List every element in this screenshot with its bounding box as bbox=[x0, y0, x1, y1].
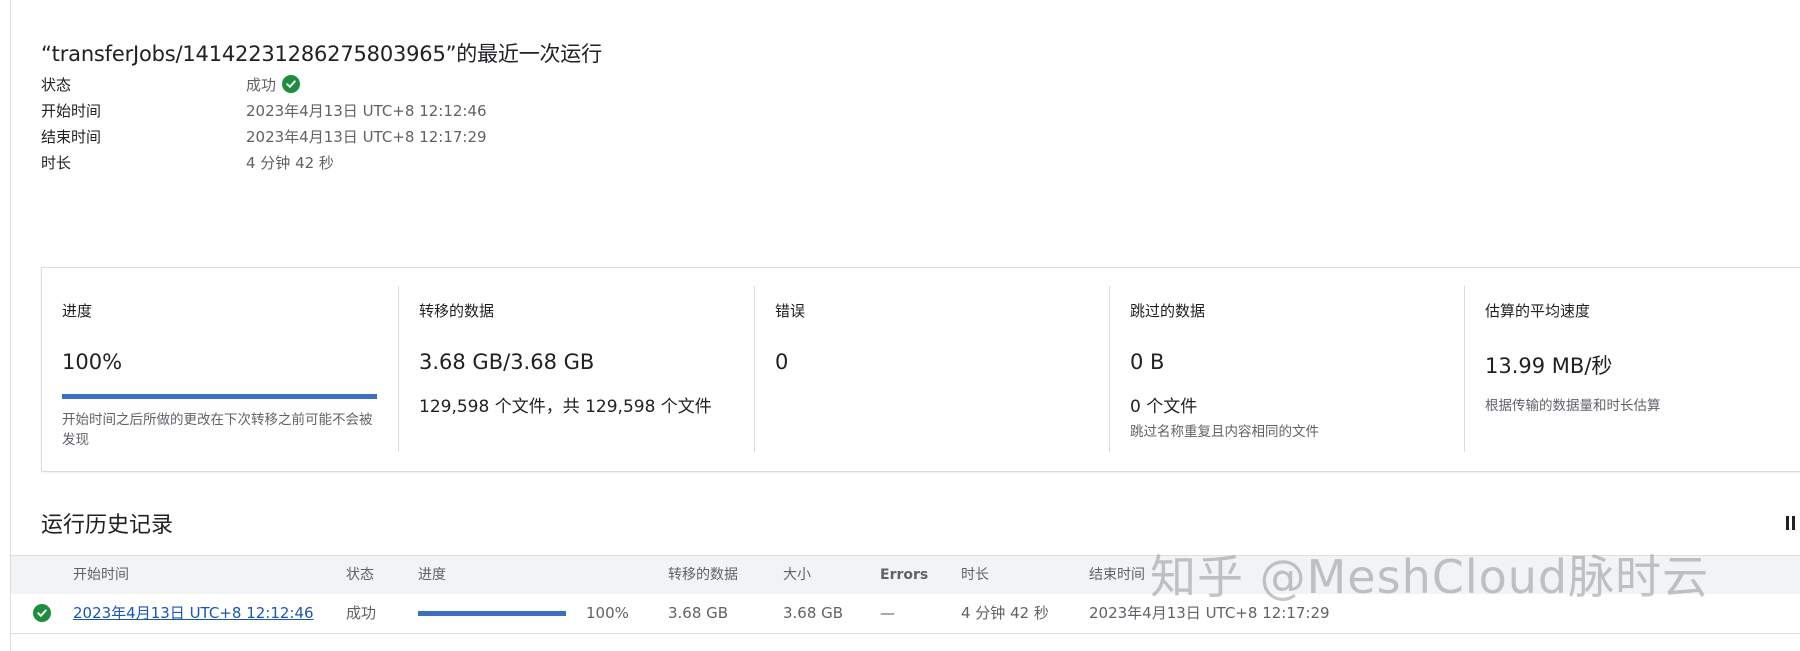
transferred-card: 转移的数据 3.68 GB/3.68 GB 129,598 个文件，共 129,… bbox=[398, 286, 719, 452]
duration-row: 时长 4 分钟 42 秒 bbox=[41, 151, 334, 173]
skipped-card: 跳过的数据 0 B 0 个文件 跳过名称重复且内容相同的文件 bbox=[1109, 286, 1430, 452]
history-title: 运行历史记录 bbox=[41, 513, 174, 538]
col-size[interactable]: 大小 bbox=[783, 556, 811, 594]
end-time-row: 结束时间 2023年4月13日 UTC+8 12:17:29 bbox=[41, 125, 487, 147]
col-status[interactable]: 状态 bbox=[346, 556, 374, 594]
run-status: 成功 bbox=[346, 604, 377, 622]
run-transferred: 3.68 GB bbox=[668, 604, 729, 622]
col-progress[interactable]: 进度 bbox=[418, 556, 446, 594]
speed-value: 13.99 MB/秒 bbox=[1485, 354, 1613, 378]
errors-value: 0 bbox=[775, 350, 789, 374]
col-start-time[interactable]: 开始时间 bbox=[73, 556, 129, 594]
start-time-label: 开始时间 bbox=[41, 101, 102, 120]
progress-note: 开始时间之后所做的更改在下次转移之前可能不会被发现 bbox=[62, 412, 373, 448]
speed-card: 估算的平均速度 13.99 MB/秒 根据传输的数据量和时长估算 bbox=[1464, 286, 1785, 452]
run-progress-text: 100% bbox=[586, 604, 629, 622]
check-circle-icon bbox=[33, 604, 51, 622]
run-errors: — bbox=[880, 604, 895, 622]
status-label: 状态 bbox=[41, 75, 72, 94]
skipped-value: 0 B bbox=[1130, 350, 1165, 374]
col-duration[interactable]: 时长 bbox=[961, 556, 989, 594]
status-value: 成功 bbox=[246, 75, 277, 94]
run-progress-fill bbox=[418, 611, 566, 616]
column-display-icon[interactable] bbox=[1785, 514, 1797, 532]
run-start-link[interactable]: 2023年4月13日 UTC+8 12:12:46 bbox=[73, 593, 314, 633]
errors-card: 错误 0 bbox=[754, 286, 1075, 452]
run-duration: 4 分钟 42 秒 bbox=[961, 604, 1049, 622]
stats-panel: 进度 100% 开始时间之后所做的更改在下次转移之前可能不会被发现 转移的数据 … bbox=[41, 267, 1800, 472]
duration-value: 4 分钟 42 秒 bbox=[246, 153, 334, 172]
progress-label: 进度 bbox=[62, 302, 93, 320]
progress-bar-fill bbox=[62, 394, 377, 399]
transferred-value: 3.68 GB/3.68 GB bbox=[419, 350, 595, 374]
check-circle-icon bbox=[282, 75, 301, 93]
transferred-label: 转移的数据 bbox=[419, 302, 495, 320]
skipped-note: 跳过名称重复且内容相同的文件 bbox=[1130, 424, 1319, 440]
status-row: 状态 成功 bbox=[41, 73, 301, 95]
speed-label: 估算的平均速度 bbox=[1485, 302, 1591, 320]
progress-card: 进度 100% 开始时间之后所做的更改在下次转移之前可能不会被发现 bbox=[42, 286, 373, 452]
run-progress-bar bbox=[418, 611, 566, 616]
start-time-row: 开始时间 2023年4月13日 UTC+8 12:12:46 bbox=[41, 99, 487, 121]
duration-label: 时长 bbox=[41, 153, 72, 172]
progress-value: 100% bbox=[62, 350, 123, 374]
col-transferred[interactable]: 转移的数据 bbox=[668, 556, 738, 594]
left-border bbox=[10, 0, 11, 651]
watermark: 知乎 @MeshCloud脉时云 bbox=[1150, 550, 1710, 604]
progress-bar bbox=[62, 394, 377, 399]
end-time-value: 2023年4月13日 UTC+8 12:17:29 bbox=[246, 127, 487, 146]
skipped-label: 跳过的数据 bbox=[1130, 302, 1206, 320]
speed-note: 根据传输的数据量和时长估算 bbox=[1485, 398, 1661, 414]
skipped-files: 0 个文件 bbox=[1130, 397, 1198, 417]
start-time-value: 2023年4月13日 UTC+8 12:12:46 bbox=[246, 101, 487, 120]
run-size: 3.68 GB bbox=[783, 604, 844, 622]
page-title: “transferJobs/14142231286275803965”的最近一次… bbox=[41, 42, 602, 66]
end-time-label: 结束时间 bbox=[41, 127, 102, 146]
col-errors[interactable]: Errors bbox=[880, 556, 928, 594]
col-end-time[interactable]: 结束时间 bbox=[1089, 556, 1145, 594]
transferred-files: 129,598 个文件，共 129,598 个文件 bbox=[419, 397, 712, 417]
errors-label: 错误 bbox=[775, 302, 806, 320]
